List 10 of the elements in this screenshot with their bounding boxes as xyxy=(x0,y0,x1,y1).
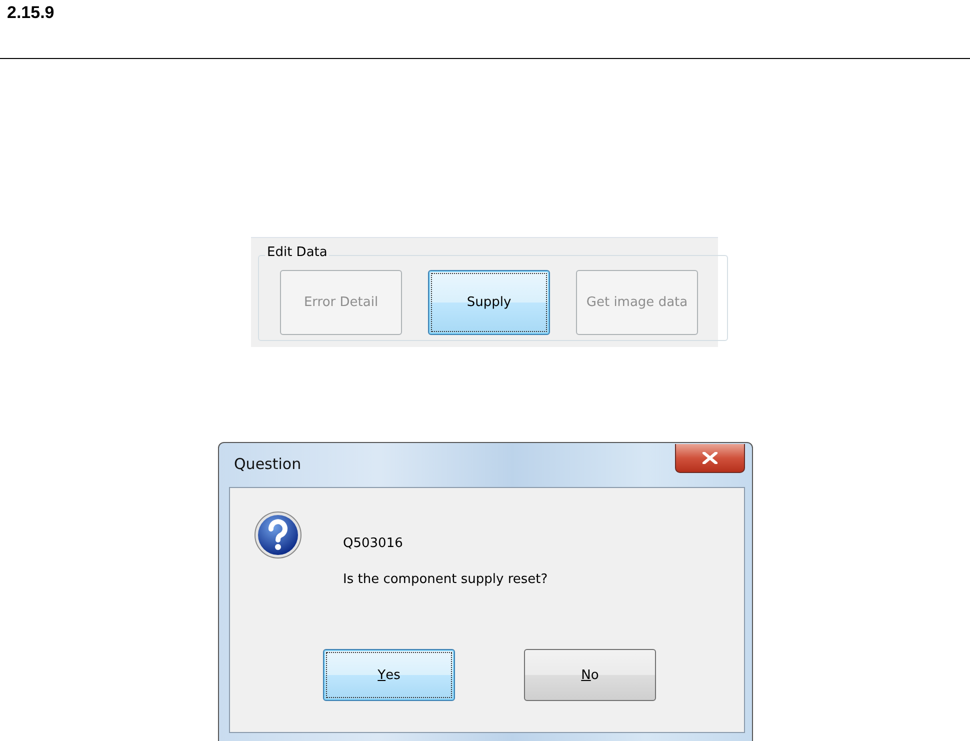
window-title: Question xyxy=(234,455,302,473)
dialog-button[interactable]: Yes xyxy=(323,649,455,701)
action-button[interactable]: Supply xyxy=(428,270,550,335)
question-icon xyxy=(254,511,302,559)
message-text: Is the component supply reset? xyxy=(343,572,548,587)
dialog-button[interactable]: No xyxy=(524,649,656,701)
close-button[interactable] xyxy=(675,444,745,473)
message-code: Q503016 xyxy=(343,536,403,551)
close-icon xyxy=(702,452,718,464)
section-number: 2.15.9 xyxy=(6,2,54,24)
